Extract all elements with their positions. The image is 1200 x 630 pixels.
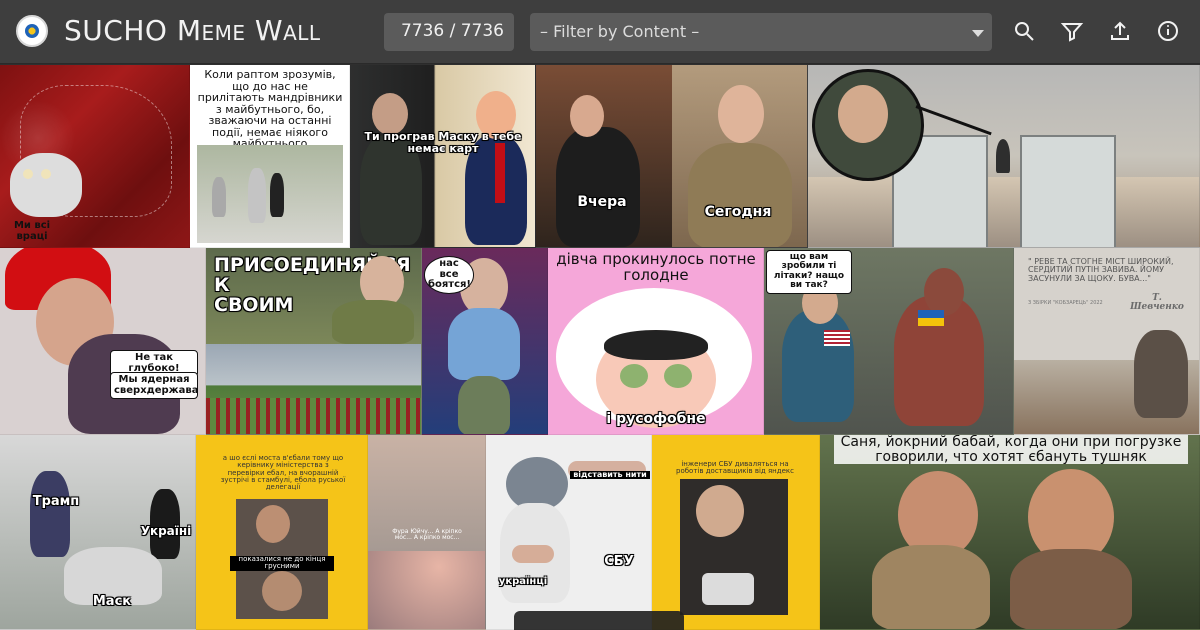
upload-icon	[1111, 21, 1129, 40]
speech-bubble: нас все боятся!	[424, 256, 474, 294]
meme-tile-cat[interactable]: відставить нити українці СБУ	[486, 435, 652, 630]
content-filter-select[interactable]: – Filter by Content –	[530, 13, 992, 51]
meme-caption: Ми всі враці	[13, 220, 51, 242]
meme-tile-map-cat[interactable]: Ми всі враці	[0, 65, 190, 248]
meme-label-right: СБУ	[604, 554, 634, 569]
meme-source: З ЗБІРКИ "КОБЗАРЕЦЬ" 2022	[1028, 300, 1103, 306]
meme-tile-zelensky-trump[interactable]: Ти програв Маску в тебе немає карт	[350, 65, 536, 248]
meme-caption-right: Сегодня	[704, 204, 772, 220]
meme-caption: Фура Юйчу... A кріпко мос... A кріпко мо…	[392, 528, 462, 542]
meme-caption-left: Вчера	[577, 194, 627, 210]
meme-tile-putin-cartoon[interactable]: нас все боятся!	[422, 248, 548, 435]
meme-caption: інженери СБУ диваляться на роботів доста…	[676, 460, 794, 476]
filter-button[interactable]	[1057, 16, 1087, 46]
meme-tile-sunset[interactable]: Фура Юйчу... A кріпко мос... A кріпко мо…	[368, 435, 486, 630]
search-button[interactable]	[1009, 16, 1039, 46]
meme-tile-fight[interactable]: Трамп Україні Маск	[0, 435, 196, 630]
meme-caption: " РЕВЕ ТА СТОГНЕ МІСТ ШИРОКИЙ, СЕРДИТИЙ …	[1028, 257, 1174, 283]
meme-tile-sanya[interactable]: Саня, йокрний бабай, когда они при погру…	[820, 435, 1200, 630]
meme-tile-future-travelers[interactable]: Коли раптом зрозумів, що до нас не прилі…	[190, 65, 350, 248]
search-icon	[1015, 22, 1034, 41]
chevron-down-icon	[972, 30, 984, 37]
filter-icon	[1060, 23, 1084, 42]
meme-tag: відставить нити	[570, 470, 650, 480]
meme-grid: Ми всі враці Коли раптом зрозумів, що до…	[0, 65, 1200, 630]
meme-tile-lavrov[interactable]: Не так глубоко! Мы ядерная сверхдержава	[0, 248, 206, 435]
top-bar: SUCHO Meme Wall 7736 / 7736 – Filter by …	[0, 0, 1200, 64]
meme-caption: Коли раптом зрозумів, що до нас не прилі…	[197, 68, 343, 151]
meme-caption-top: дівча прокинулось потне голодне	[556, 250, 756, 284]
speech-bubble: Мы ядерная сверхдержава	[110, 372, 198, 399]
meme-caption: Саня, йокрний бабай, когда они при погру…	[834, 435, 1188, 465]
meme-tile-join-own[interactable]: ПРИСОЕДИНЯЙСЯ К СВОИМ	[206, 248, 422, 435]
meme-tile-shevchenko[interactable]: " РЕВЕ ТА СТОГНЕ МІСТ ШИРОКИЙ, СЕРДИТИЙ …	[1014, 248, 1200, 435]
meme-tile-trucks[interactable]	[808, 65, 1200, 248]
meme-caption-bottom: показалися не до кінця грусними	[230, 555, 334, 571]
bottom-overlay-bar	[514, 611, 684, 630]
upload-button[interactable]	[1105, 16, 1135, 46]
meme-tile-flags[interactable]: що вам зробили ті літаки? нащо ви так?	[764, 248, 1014, 435]
meme-tile-yellow-1[interactable]: а шо єслі моста в'єбали тому що керівник…	[196, 435, 368, 630]
meme-label: Україні	[140, 524, 192, 538]
meme-tile-musk-before-after[interactable]: Вчера Сегодня	[536, 65, 808, 248]
meme-caption: а шо єслі моста в'єбали тому що керівник…	[220, 454, 346, 492]
meme-label-left: українці	[498, 576, 548, 587]
meme-label: Трамп	[32, 494, 80, 509]
info-button[interactable]	[1153, 16, 1183, 46]
meme-label: Маск	[92, 594, 132, 609]
content-filter-label: – Filter by Content –	[540, 22, 700, 41]
meme-counter: 7736 / 7736	[384, 13, 514, 51]
meme-signature: Т. Шевченко	[1130, 293, 1184, 313]
info-icon	[1158, 21, 1178, 41]
app-title: SUCHO Meme Wall	[64, 14, 321, 47]
meme-tile-powerpuff[interactable]: дівча прокинулось потне голодне і русофо…	[548, 248, 764, 435]
meme-tile-yellow-2[interactable]: інженери СБУ диваляться на роботів доста…	[652, 435, 820, 630]
meme-caption: Ти програв Маску в тебе немає карт	[364, 130, 522, 155]
meme-caption-bottom: і русофобне	[606, 411, 706, 427]
meme-caption: ПРИСОЕДИНЯЙСЯ К СВОИМ	[214, 255, 411, 316]
app-logo	[16, 15, 48, 47]
speech-bubble: що вам зробили ті літаки? нащо ви так?	[766, 250, 852, 294]
